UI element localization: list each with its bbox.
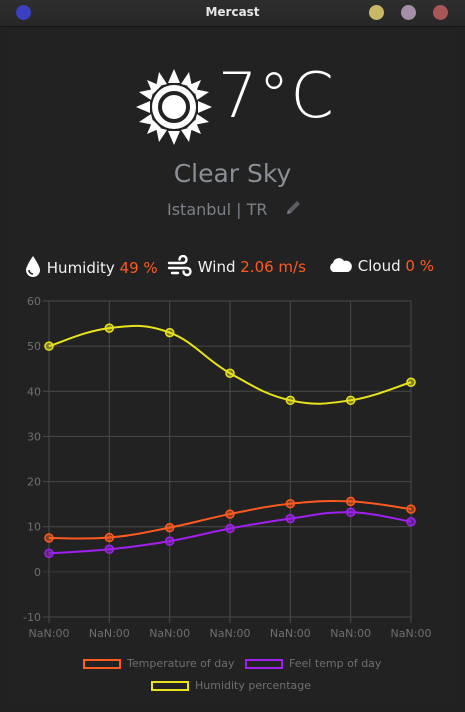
- weather-stats: Humidity 49 % Wind 2.06 m/s Cloud 0 %: [7, 254, 458, 281]
- data-point-temperature: [44, 533, 54, 543]
- data-point-humidity: [164, 327, 175, 338]
- wind-icon: [167, 254, 192, 277]
- minimize-button[interactable]: [369, 5, 384, 20]
- data-point-temperature: [104, 532, 115, 543]
- humidity-label: Humidity: [46, 259, 115, 277]
- x-tick-label: NaN:00: [29, 627, 70, 640]
- legend-item-temperature[interactable]: Temperature of day: [83, 657, 235, 670]
- data-point-feel: [44, 548, 54, 559]
- x-tick-label: NaN:00: [149, 627, 190, 640]
- data-point-humidity: [225, 368, 235, 378]
- data-point-temperature: [164, 522, 175, 533]
- wind-label: Wind: [197, 258, 236, 276]
- x-tick-label: NaN:00: [210, 627, 251, 640]
- y-tick-label: 10: [27, 521, 41, 534]
- data-point-temperature: [345, 496, 356, 507]
- pencil-icon[interactable]: [284, 199, 302, 217]
- data-point-feel: [345, 507, 356, 518]
- humidity-stat: Humidity 49 %: [24, 255, 158, 279]
- cloud-icon: [330, 258, 352, 272]
- y-tick-label: 40: [27, 385, 41, 398]
- x-tick-label: NaN:00: [330, 627, 371, 640]
- cloud-value: 0 %: [405, 257, 434, 275]
- wind-stat: Wind 2.06 m/s: [167, 254, 306, 277]
- data-point-humidity: [285, 395, 296, 406]
- chart-legend: Temperature of day Feel temp of day Humi…: [7, 653, 458, 697]
- x-tick-label: NaN:00: [89, 627, 130, 640]
- data-point-feel: [406, 516, 416, 527]
- legend-label-feel: Feel temp of day: [289, 657, 382, 670]
- data-point-humidity: [104, 323, 115, 333]
- cloud-label: Cloud: [357, 257, 401, 275]
- app-window: Mercast 7°C Clear Sky Istanbul | TR Humi…: [0, 0, 465, 712]
- legend-label-temperature: Temperature of day: [127, 657, 235, 670]
- condition-text: Clear Sky: [173, 159, 292, 188]
- y-tick-label: 30: [27, 430, 41, 443]
- legend-item-humidity[interactable]: Humidity percentage: [151, 679, 311, 692]
- water-drop-icon: [26, 256, 40, 277]
- data-point-temperature: [285, 498, 296, 509]
- temperature-value: 7°C: [218, 59, 335, 132]
- legend-label-humidity: Humidity percentage: [195, 679, 311, 692]
- data-point-feel: [164, 536, 175, 546]
- close-button[interactable]: [433, 5, 448, 20]
- data-point-humidity: [345, 395, 356, 406]
- y-tick-label: -10: [23, 611, 41, 624]
- legend-swatch-feel: [245, 659, 283, 669]
- y-tick-label: 0: [34, 566, 41, 579]
- maximize-button[interactable]: [401, 5, 416, 20]
- title-bar[interactable]: Mercast: [0, 0, 465, 27]
- weather-panel: 7°C Clear Sky Istanbul | TR Humidity 49 …: [7, 27, 458, 707]
- y-tick-label: 20: [27, 476, 41, 489]
- current-temperature-row: 7°C: [7, 59, 458, 145]
- y-tick-label: 60: [27, 295, 41, 308]
- data-point-feel: [225, 523, 235, 534]
- data-point-temperature: [225, 509, 235, 519]
- location: Istanbul | TR: [167, 200, 307, 219]
- legend-swatch-humidity: [151, 681, 189, 691]
- data-point-humidity: [406, 377, 416, 388]
- humidity-value: 49 %: [119, 259, 158, 277]
- y-tick-label: 50: [27, 340, 41, 353]
- cloud-stat: Cloud 0 %: [327, 255, 434, 275]
- data-point-temperature: [406, 504, 416, 514]
- x-tick-label: NaN:00: [391, 627, 432, 640]
- sun-icon: [136, 69, 212, 145]
- data-point-humidity: [44, 341, 54, 351]
- legend-item-feel[interactable]: Feel temp of day: [245, 657, 381, 670]
- legend-swatch-temperature: [83, 659, 121, 669]
- window-title: Mercast: [205, 5, 260, 19]
- data-point-feel: [285, 513, 296, 524]
- wind-value: 2.06 m/s: [240, 258, 306, 276]
- x-tick-label: NaN:00: [270, 627, 311, 640]
- forecast-chart: 60 50 40 30 20 10 0 -10 NaN:00 NaN:00 NaN:00 NaN:00…: [23, 295, 432, 640]
- location-text: Istanbul | TR: [167, 200, 268, 219]
- data-point-feel: [104, 544, 115, 555]
